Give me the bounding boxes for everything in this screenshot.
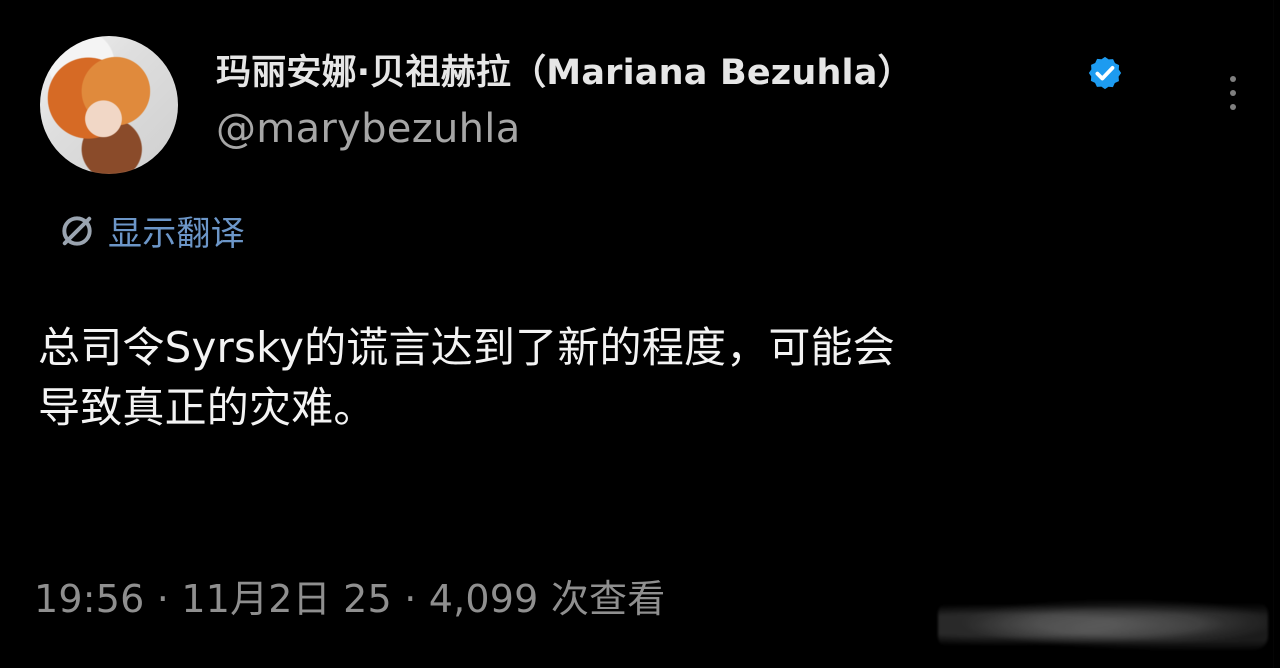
tweet-card: 玛丽安娜·贝祖赫拉（Mariana Bezuhla） @marybezuhla … (0, 0, 1280, 668)
more-options-icon (1230, 104, 1236, 110)
more-options-icon (1230, 76, 1236, 82)
watermark (938, 600, 1268, 650)
translate-icon (62, 215, 92, 246)
tweet-text: 总司令Syrsky的谎言达到了新的程度，可能会 导致真正的灾难。 (38, 318, 1158, 438)
timestamp-and-views: 19:56 · 11月2日 25 · 4,099 次查看 (34, 577, 666, 621)
handle[interactable]: @marybezuhla (216, 106, 521, 152)
more-options-button[interactable] (1216, 66, 1250, 120)
verified-badge-icon (1088, 56, 1122, 90)
image-edge (1274, 0, 1280, 668)
show-translation-label: 显示翻译 (108, 214, 245, 254)
show-translation-button[interactable]: 显示翻译 (56, 206, 245, 255)
tweet-text-line: 总司令Syrsky的谎言达到了新的程度，可能会 (38, 323, 895, 372)
tweet-text-line: 导致真正的灾难。 (38, 383, 376, 432)
display-name[interactable]: 玛丽安娜·贝祖赫拉（Mariana Bezuhla） (216, 44, 913, 95)
more-options-icon (1230, 90, 1236, 96)
avatar[interactable] (40, 36, 178, 174)
